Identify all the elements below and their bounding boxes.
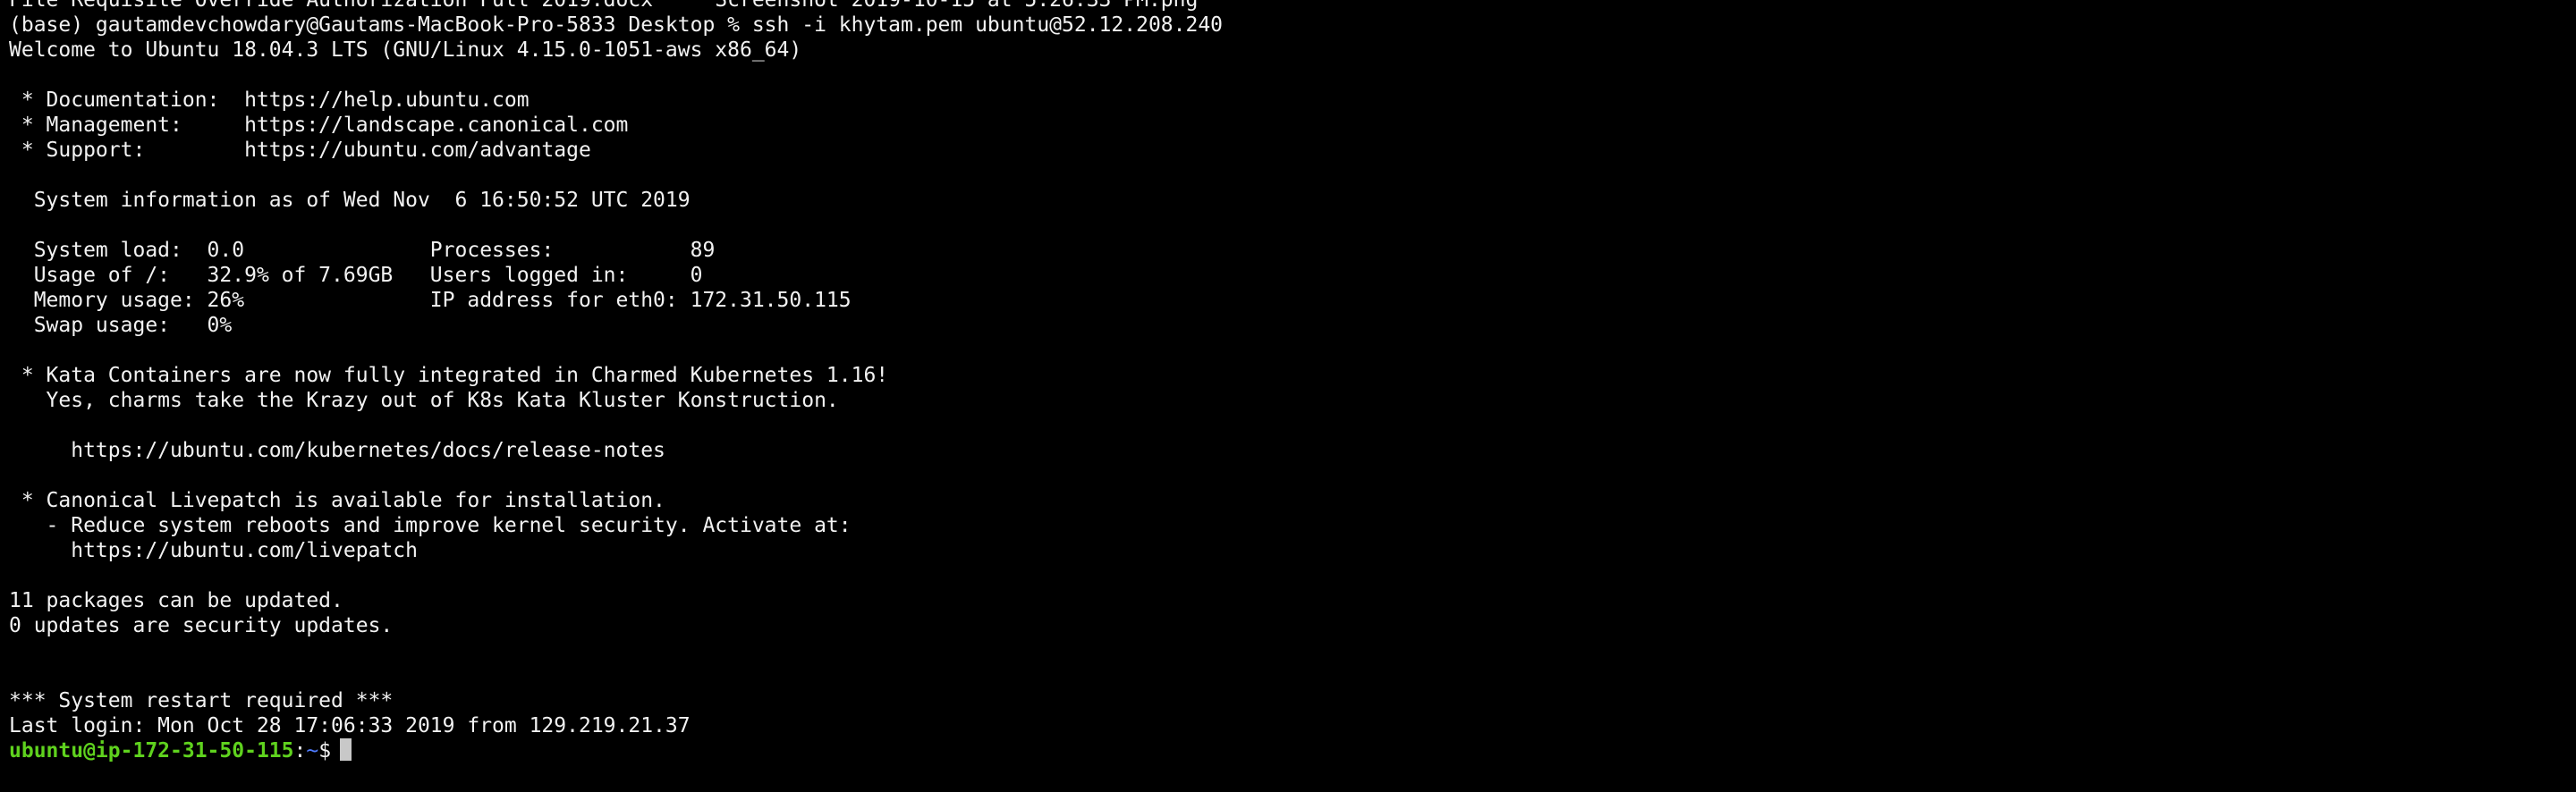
terminal-line: * Management: https://landscape.canonica… (9, 114, 629, 137)
terminal-line: https://ubuntu.com/livepatch (9, 539, 418, 562)
terminal-line: System load: 0.0 Processes: 89 (9, 239, 716, 262)
terminal-line: Swap usage: 0% (9, 314, 233, 337)
terminal-line: Yes, charms take the Krazy out of K8s Ka… (9, 389, 839, 412)
terminal-line: Welcome to Ubuntu 18.04.3 LTS (GNU/Linux… (9, 38, 802, 62)
shell-prompt[interactable]: ubuntu@ip-172-31-50-115:~$ (9, 738, 2576, 763)
terminal-line: https://ubuntu.com/kubernetes/docs/relea… (9, 439, 665, 462)
terminal-line: - Reduce system reboots and improve kern… (9, 514, 852, 537)
prompt-user-host: ubuntu@ip-172-31-50-115 (9, 739, 294, 763)
terminal-line: * Canonical Livepatch is available for i… (9, 489, 665, 512)
terminal-line: * Support: https://ubuntu.com/advantage (9, 139, 591, 162)
terminal-line: System information as of Wed Nov 6 16:50… (9, 189, 691, 212)
prompt-symbol: $ (318, 739, 332, 763)
terminal-line: Usage of /: 32.9% of 7.69GB Users logged… (9, 264, 703, 287)
terminal-window[interactable]: File Requisite Override Authorization Fu… (0, 0, 2576, 792)
terminal-line: File Requisite Override Authorization Fu… (9, 0, 1199, 12)
prompt-separator: : (293, 739, 307, 763)
terminal-line: 0 updates are security updates. (9, 614, 394, 637)
text-cursor[interactable] (340, 738, 352, 761)
terminal-line: Last login: Mon Oct 28 17:06:33 2019 fro… (9, 714, 691, 737)
prompt-path: ~ (306, 739, 319, 763)
terminal-line: 11 packages can be updated. (9, 589, 343, 612)
terminal-line: Memory usage: 26% IP address for eth0: 1… (9, 289, 852, 312)
terminal-line: * Documentation: https://help.ubuntu.com (9, 88, 530, 112)
terminal-line: *** System restart required *** (9, 689, 394, 712)
terminal-line-ssh-command: (base) gautamdevchowdary@Gautams-MacBook… (9, 13, 1224, 37)
terminal-line: * Kata Containers are now fully integrat… (9, 364, 889, 387)
